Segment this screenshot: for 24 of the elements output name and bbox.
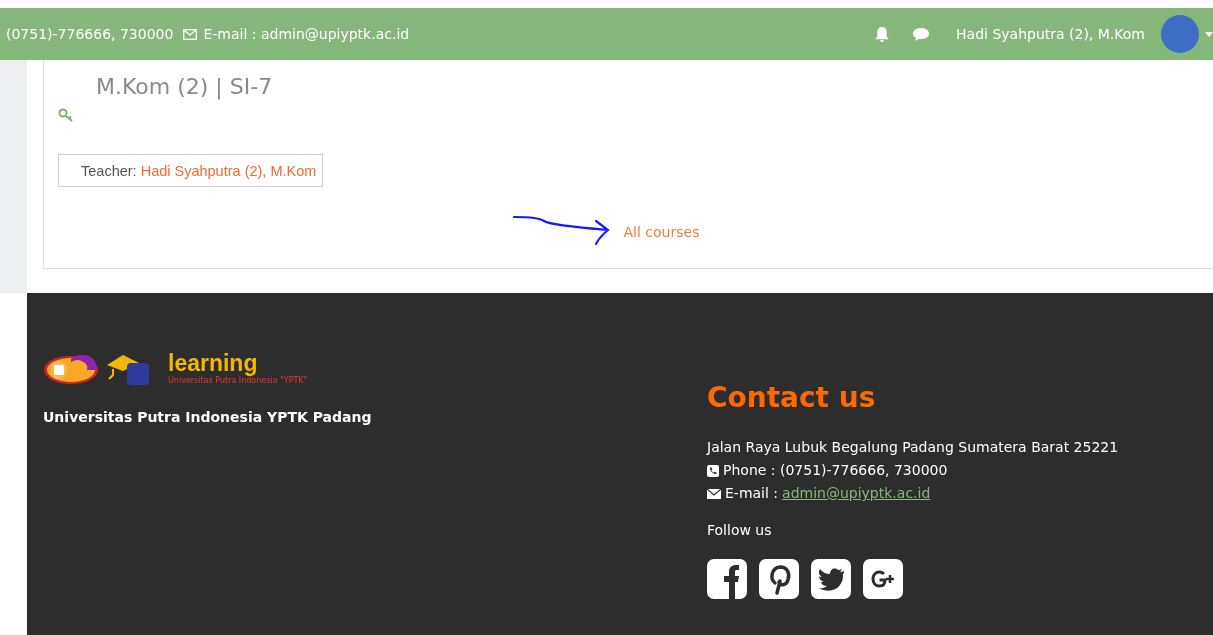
email-label: E-mail : (725, 484, 779, 503)
phone-text: Phone : (0751)-776666, 730000 (723, 461, 948, 480)
user-name[interactable]: Hadi Syahputra (2), M.Kom (956, 26, 1145, 42)
pinterest-icon[interactable] (759, 559, 799, 599)
address-text: Jalan Raya Lubuk Begalung Padang Sumatera Barat 25221 (707, 438, 1119, 457)
facebook-icon[interactable] (707, 559, 747, 599)
follow-label: Follow us (707, 522, 773, 538)
envelope-icon (707, 488, 721, 499)
all-courses-link[interactable]: All courses (623, 224, 700, 240)
university-name: Universitas Putra Indonesia YPTK Padang (43, 409, 373, 425)
teacher-label: Teacher: (81, 163, 137, 179)
phone-icon (707, 464, 719, 477)
email-link[interactable]: admin@upiyptk.ac.id (782, 482, 931, 505)
google-plus-icon[interactable] (863, 559, 903, 599)
header-phone: (0751)-776666, 730000 (6, 26, 174, 42)
twitter-icon[interactable] (811, 559, 851, 599)
header-email: E-mail : admin@upiyptk.ac.id (203, 26, 410, 42)
envelope-icon (183, 28, 198, 40)
contact-heading: Contact us (707, 381, 877, 414)
university-seal-icon (43, 355, 99, 385)
teacher-link[interactable]: Hadi Syahputra (2), M.Kom (140, 163, 317, 179)
key-icon (58, 108, 74, 122)
course-title[interactable]: M.Kom (2) | SI-7 (96, 76, 273, 98)
logo-subtitle: Universitas Putra Indonesia "YPTK" (168, 376, 308, 385)
